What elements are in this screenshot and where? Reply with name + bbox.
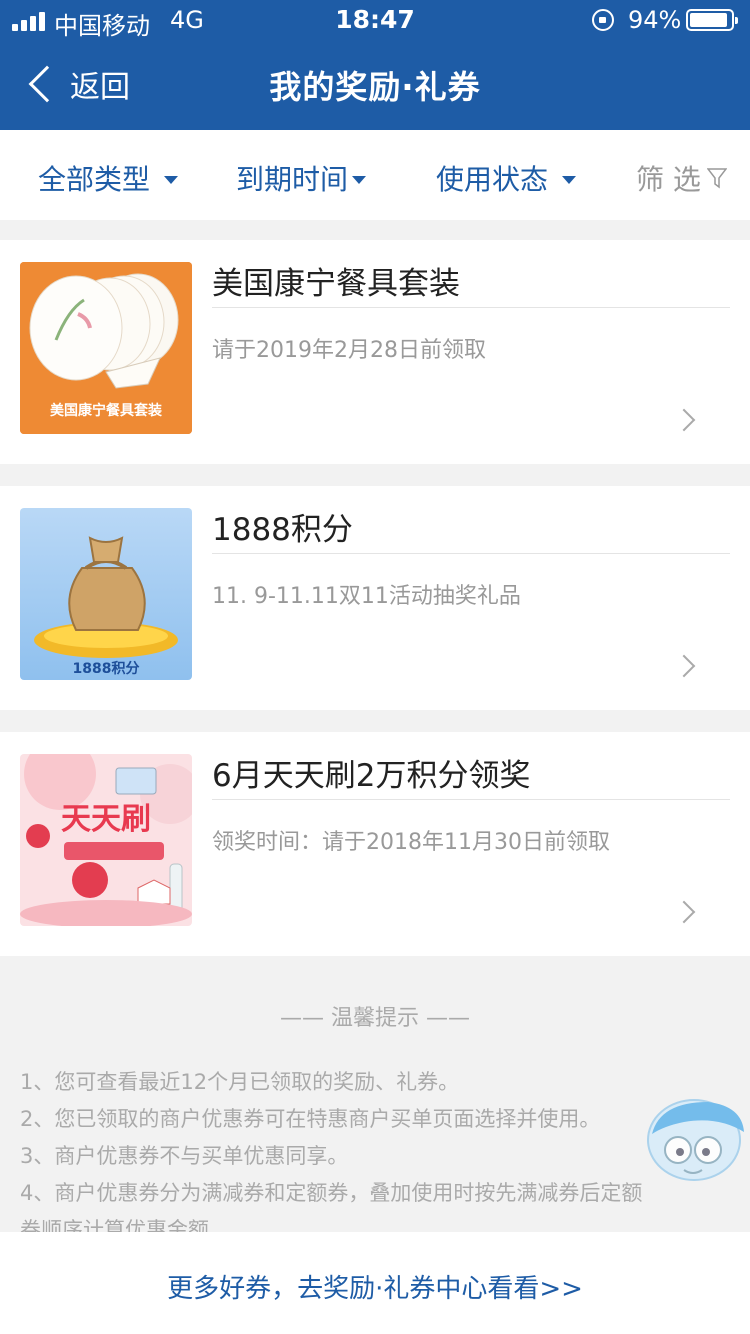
battery-icon: [686, 9, 738, 31]
filter-bar: 全部类型 到期时间 使用状态 筛 选: [0, 130, 750, 220]
chevron-right-icon: [672, 408, 696, 432]
reward-card[interactable]: 美国康宁餐具套装 美国康宁餐具套装 请于2019年2月28日前领取: [0, 240, 750, 464]
bottom-bar: 更多好券，去奖励·礼券中心看看>>: [0, 1232, 750, 1334]
page-title: 我的奖励·礼券: [269, 68, 481, 106]
thumbnail-caption: 美国康宁餐具套装: [50, 403, 162, 419]
promo-banner-image: [20, 754, 192, 926]
reward-subtitle: 领奖时间：请于2018年11月30日前领取: [212, 830, 610, 855]
reward-title: 1888积分: [212, 508, 730, 554]
filter-expiry[interactable]: 到期时间: [236, 158, 367, 198]
thumbnail-caption: 天天刷: [61, 802, 151, 837]
filter-usage-status[interactable]: 使用状态: [436, 158, 577, 198]
screen-button[interactable]: 筛 选: [636, 158, 727, 198]
chevron-right-icon: [672, 654, 696, 678]
coin-bag-image: [20, 508, 192, 680]
reward-card[interactable]: 天天刷 6月天天刷2万积分领奖 领奖时间：请于2018年11月30日前领取: [0, 732, 750, 956]
thumbnail-caption: 1888积分: [72, 661, 140, 677]
more-coupons-link[interactable]: 更多好券，去奖励·礼券中心看看>>: [167, 1268, 583, 1305]
filter-usage-status-label: 使用状态: [436, 163, 549, 196]
caret-down-icon: [352, 176, 367, 184]
reward-title: 6月天天刷2万积分领奖: [212, 754, 730, 800]
caret-down-icon: [562, 176, 577, 184]
battery-percent: 94%: [628, 6, 682, 34]
filter-all-types-label: 全部类型: [38, 163, 151, 196]
reward-subtitle: 请于2019年2月28日前领取: [212, 338, 486, 363]
filter-expiry-label: 到期时间: [236, 163, 349, 196]
mascot-assistant-icon[interactable]: [638, 1096, 746, 1188]
reward-thumbnail: 美国康宁餐具套装: [20, 262, 192, 434]
reward-card[interactable]: 1888积分 1888积分 11. 9-11.11双11活动抽奖礼品: [0, 486, 750, 710]
funnel-icon: [706, 168, 727, 189]
chevron-right-icon: [672, 900, 696, 924]
tips-title: —— 温馨提示 ——: [280, 1006, 470, 1031]
status-bar: 中国移动 4G 18:47 94%: [0, 0, 750, 40]
rotation-lock-icon: [592, 9, 614, 31]
reward-thumbnail: 天天刷: [20, 754, 192, 926]
screen-label: 筛 选: [636, 163, 701, 196]
filter-all-types[interactable]: 全部类型: [38, 158, 179, 198]
reward-title: 美国康宁餐具套装: [212, 262, 730, 308]
reward-thumbnail: 1888积分: [20, 508, 192, 680]
reward-subtitle: 11. 9-11.11双11活动抽奖礼品: [212, 584, 521, 609]
caret-down-icon: [164, 176, 179, 184]
header-bar: 中国移动 4G 18:47 94% 返回 我的奖励·礼券: [0, 0, 750, 130]
